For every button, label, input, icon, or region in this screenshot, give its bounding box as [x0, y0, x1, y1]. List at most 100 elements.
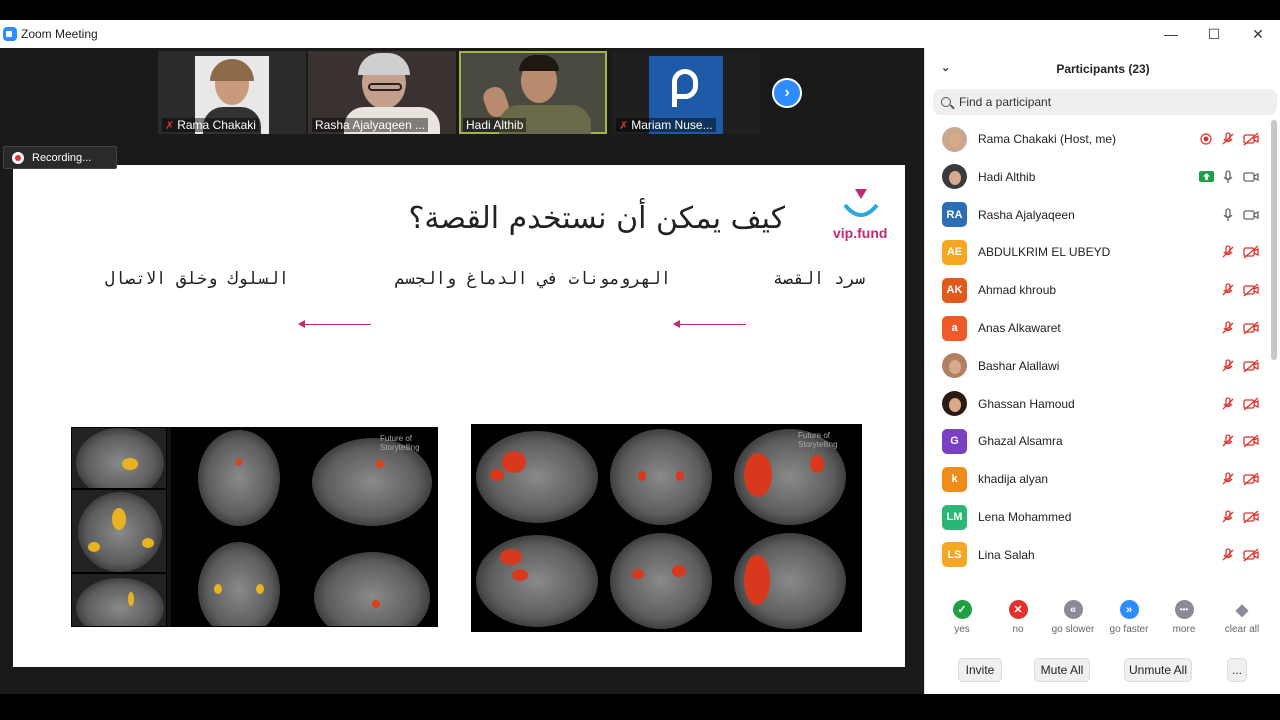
avatar: a: [942, 315, 967, 341]
participant-name: Ghassan Hamoud: [978, 396, 1075, 411]
video-off-icon[interactable]: [1243, 396, 1259, 412]
mic-muted-icon[interactable]: [1220, 396, 1236, 412]
video-icon[interactable]: [1243, 207, 1259, 223]
mic-muted-icon[interactable]: [1220, 509, 1236, 525]
avatar: G: [942, 428, 967, 454]
participant-row[interactable]: a Anas Alkawaret: [925, 309, 1269, 347]
minimize-button[interactable]: —: [1149, 20, 1193, 48]
participant-search[interactable]: [933, 89, 1277, 115]
mic-muted-icon[interactable]: [1220, 131, 1236, 147]
reaction-more-button[interactable]: ••• more: [1156, 600, 1212, 635]
participant-row[interactable]: LM Lena Mohammed: [925, 498, 1269, 536]
mic-muted-icon[interactable]: [1220, 433, 1236, 449]
participant-row[interactable]: Bashar Alallawi: [925, 347, 1269, 385]
mic-muted-icon[interactable]: [1220, 547, 1236, 563]
participant-row[interactable]: Rama Chakaki (Host, me): [925, 120, 1269, 158]
mic-muted-icon[interactable]: [1220, 244, 1236, 260]
screen-share-icon: [1198, 169, 1214, 185]
participant-name-tag: ✗ Mariam Nuse...: [616, 118, 716, 132]
video-off-icon[interactable]: [1243, 320, 1259, 336]
participant-name: Rama Chakaki (Host, me): [978, 132, 1117, 146]
participant-row[interactable]: RA Rasha Ajalyaqeen: [925, 196, 1269, 234]
reaction-yes-icon: ✓: [952, 600, 972, 619]
participant-row[interactable]: Hadi Althib: [925, 158, 1269, 196]
participant-name: Rasha Ajalyaqeen: [978, 207, 1075, 222]
brain-scan-panel: [471, 528, 601, 632]
participant-name: Lena Mohammed: [978, 510, 1072, 524]
reaction-go-slower-button[interactable]: « go slower: [1045, 600, 1101, 635]
mute-all-button[interactable]: Mute All: [1034, 658, 1090, 682]
title-bar: Zoom Meeting: [0, 20, 1280, 48]
video-icon[interactable]: [1243, 169, 1259, 185]
participant-name: Mariam Nuse...: [631, 118, 713, 132]
participant-name: Lina Salah: [978, 547, 1035, 562]
scrollbar[interactable]: [1271, 120, 1277, 360]
next-page-arrow-icon[interactable]: ›: [772, 78, 802, 108]
participant-row[interactable]: LS Lina Salah: [925, 536, 1269, 574]
reaction-label: go faster: [1109, 624, 1149, 635]
reaction-clear-all-button[interactable]: ◆ clear all: [1214, 600, 1270, 636]
avatar: LM: [942, 504, 967, 530]
video-thumbnail[interactable]: ✗ Mariam Nuse...: [612, 51, 760, 134]
video-off-icon[interactable]: [1243, 509, 1259, 525]
mic-muted-icon[interactable]: [1220, 358, 1236, 374]
mic-muted-icon[interactable]: [1220, 320, 1236, 336]
participant-row[interactable]: Ghassan Hamoud: [925, 385, 1269, 423]
participant-row[interactable]: k khadija alyan: [925, 460, 1269, 498]
reaction-clear-all-icon: ◆: [1235, 601, 1249, 619]
bottom-bar: [0, 694, 924, 720]
mic-muted-icon: ✗: [619, 120, 629, 132]
participant-name: Ahmad khroub: [978, 283, 1057, 298]
video-off-icon[interactable]: [1243, 131, 1259, 147]
participant-row[interactable]: AK Ahmad khroub: [925, 271, 1269, 309]
video-off-icon[interactable]: [1243, 358, 1259, 374]
window-title: Zoom Meeting: [21, 27, 98, 41]
slide-watermark: Future of Storytelling: [380, 434, 420, 452]
participant-row[interactable]: G Ghazal Alsamra: [925, 422, 1269, 460]
mic-icon[interactable]: [1220, 169, 1236, 185]
brain-scan-panel: Future of Storytelling: [305, 427, 438, 527]
participant-name-tag: ✗ Rama Chakaki: [162, 118, 259, 132]
slide-watermark: Future of Storytelling: [798, 431, 838, 449]
video-off-icon[interactable]: [1243, 471, 1259, 487]
chevron-down-icon[interactable]: ⌄: [941, 61, 950, 74]
panel-footer-buttons: Invite Mute All Unmute All ...: [925, 656, 1280, 686]
meeting-area: ✗ Rama Chakaki Rasha Ajalyaqeen ... Hadi …: [0, 48, 924, 694]
participant-name: ABDULKRIM EL UBEYD: [978, 245, 1111, 260]
mic-icon[interactable]: [1220, 207, 1236, 223]
video-off-icon[interactable]: [1243, 282, 1259, 298]
zoom-window: Zoom Meeting — ☐ ✕ ✗ Rama Chakaki Rasha A…: [0, 0, 1280, 720]
unmute-all-button[interactable]: Unmute All: [1124, 658, 1192, 682]
nonverbal-feedback-bar: ✓ yes ✕ no « go slower » go faster ••• more ◆ clear…: [925, 600, 1280, 648]
participant-name-tag: Rasha Ajalyaqeen ...: [312, 118, 429, 132]
reaction-no-button[interactable]: ✕ no: [990, 600, 1046, 635]
record-icon: [12, 151, 24, 164]
profile-logo-stem: [672, 93, 677, 107]
mic-muted-icon[interactable]: [1220, 282, 1236, 298]
video-off-icon[interactable]: [1243, 547, 1259, 563]
maximize-button[interactable]: ☐: [1192, 20, 1236, 48]
arrow-left-icon: [298, 320, 305, 328]
vip-fund-logo-text: vip.fund: [833, 225, 888, 241]
participant-name: Rama Chakaki: [177, 118, 256, 132]
participant-list: Rama Chakaki (Host, me) Hadi Althib RA Rash…: [925, 120, 1269, 574]
invite-button[interactable]: Invite: [958, 658, 1002, 682]
participant-name: Hadi Althib: [978, 169, 1036, 184]
mic-muted-icon[interactable]: [1220, 471, 1236, 487]
close-button[interactable]: ✕: [1236, 20, 1280, 48]
more-options-button[interactable]: ...: [1227, 658, 1247, 682]
video-thumbnail-strip: ✗ Rama Chakaki Rasha Ajalyaqeen ... Hadi …: [0, 48, 924, 136]
video-off-icon[interactable]: [1243, 433, 1259, 449]
video-thumbnail-active-speaker[interactable]: Hadi Althib: [459, 51, 607, 134]
brain-scan-panel: Future of Storytelling: [719, 424, 862, 528]
video-thumbnail[interactable]: Rasha Ajalyaqeen ...: [308, 51, 456, 134]
reaction-go-slower-icon: «: [1063, 600, 1083, 619]
recording-label: Recording...: [32, 151, 92, 164]
video-off-icon[interactable]: [1243, 244, 1259, 260]
reaction-go-faster-button[interactable]: » go faster: [1101, 600, 1157, 635]
recording-indicator[interactable]: Recording...: [3, 146, 117, 169]
search-input[interactable]: [959, 95, 1259, 109]
participant-row[interactable]: AE ABDULKRIM EL UBEYD: [925, 233, 1269, 271]
video-thumbnail[interactable]: ✗ Rama Chakaki: [158, 51, 306, 134]
reaction-yes-button[interactable]: ✓ yes: [934, 600, 990, 635]
